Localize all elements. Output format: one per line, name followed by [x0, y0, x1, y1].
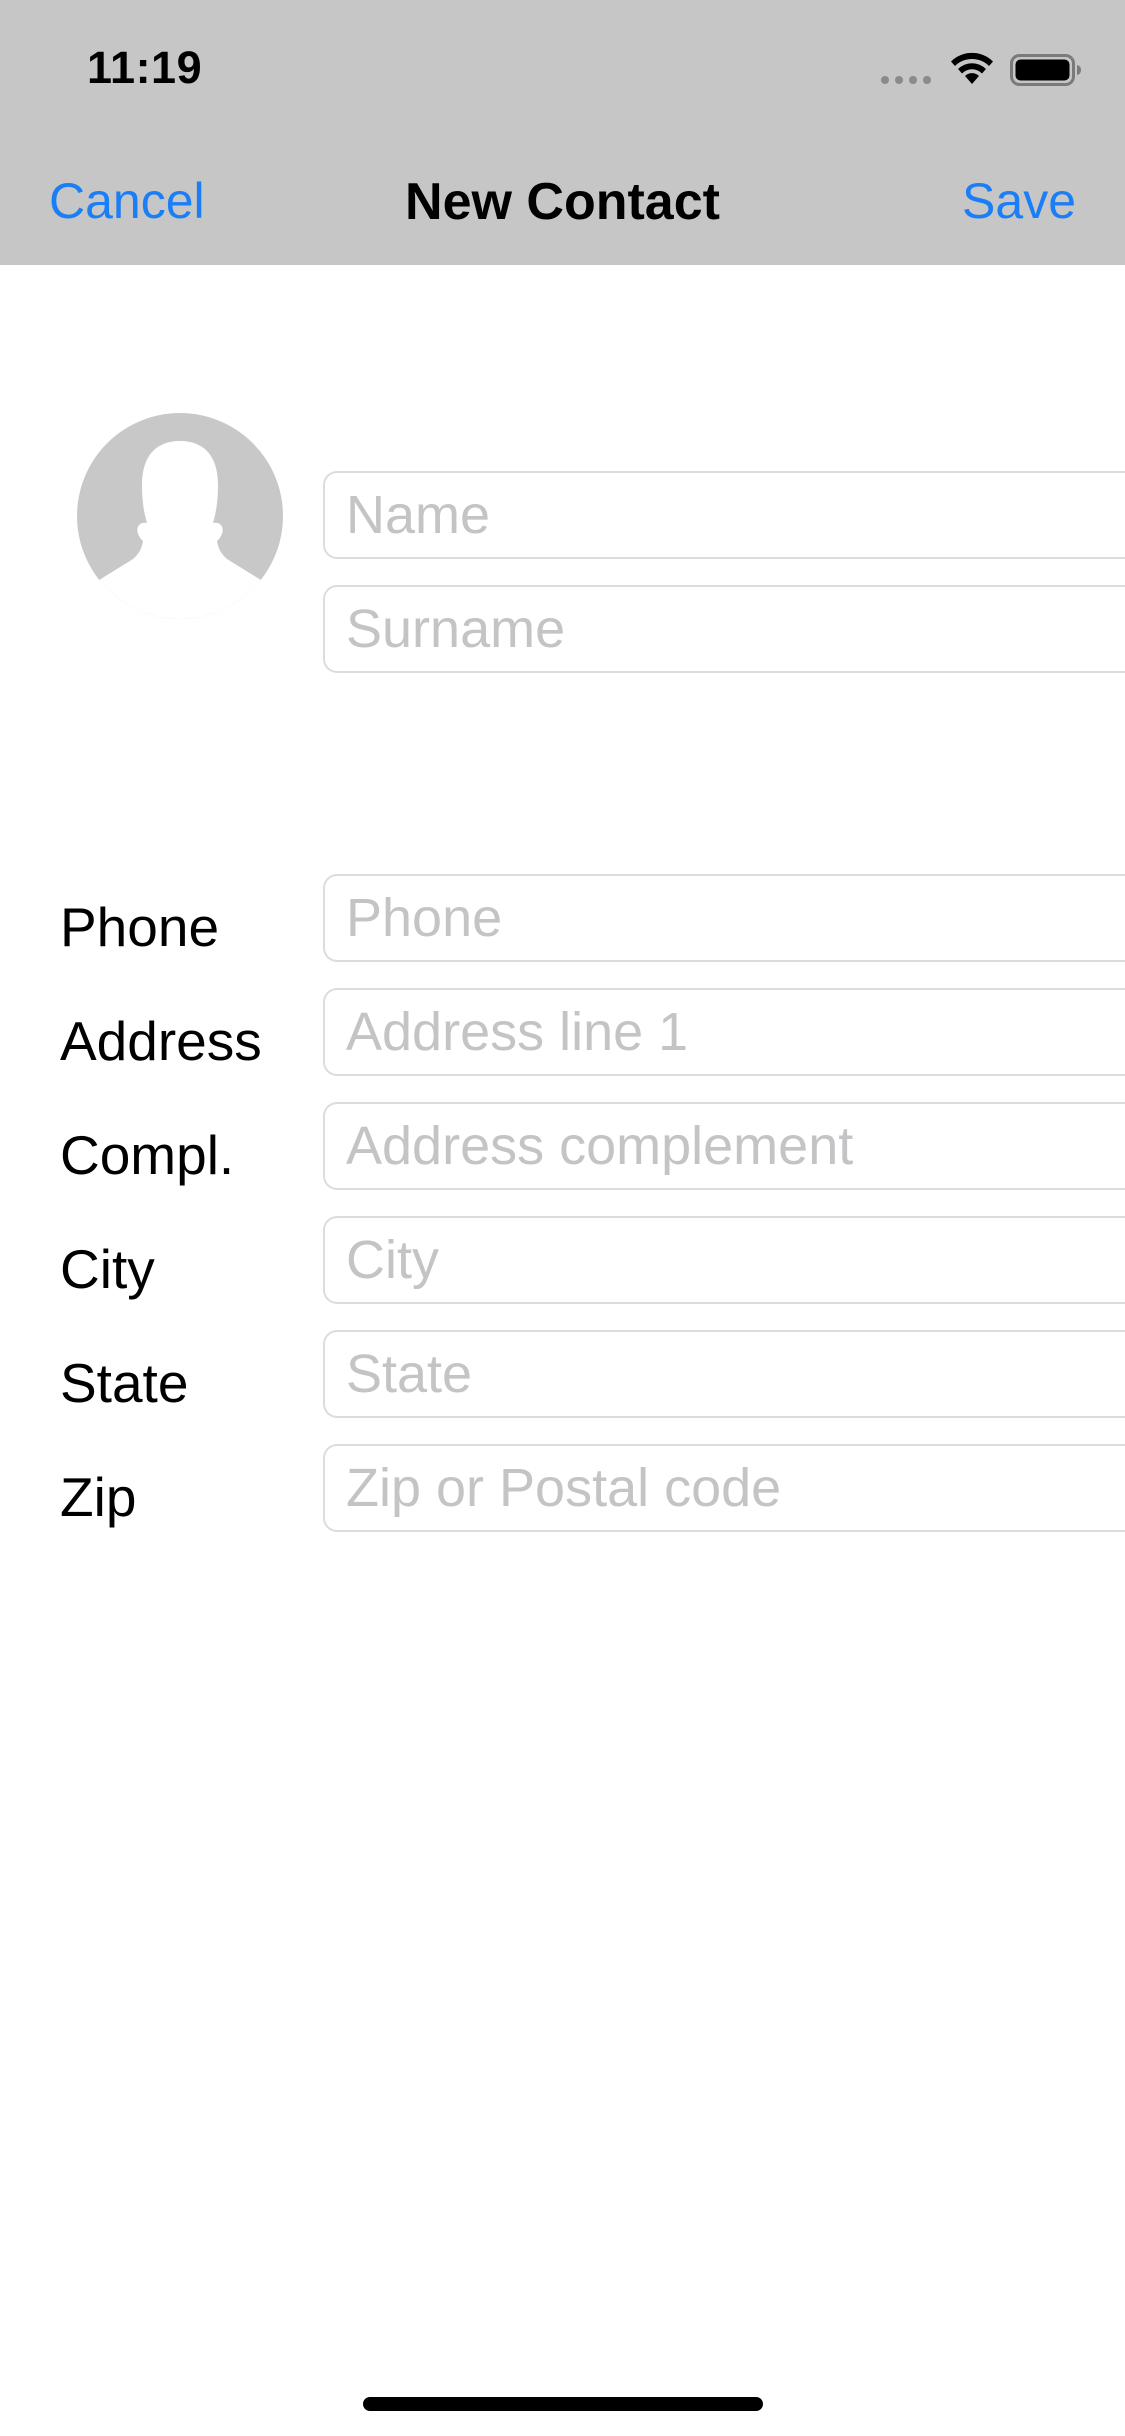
surname-input[interactable] — [323, 585, 1125, 673]
home-indicator[interactable] — [363, 2397, 763, 2411]
new-contact-screen: 11:19 Cancel New Contact Save Name Surna… — [0, 0, 1125, 2436]
phone-input[interactable] — [323, 874, 1125, 962]
city-label: City — [60, 1238, 155, 1300]
person-silhouette-icon[interactable] — [77, 413, 283, 619]
save-button[interactable]: Save — [962, 172, 1076, 230]
city-input[interactable] — [323, 1216, 1125, 1304]
zip-label: Zip — [60, 1466, 137, 1528]
address-label: Address — [60, 1010, 262, 1072]
cellular-signal-icon — [881, 76, 931, 84]
battery-icon — [1010, 54, 1081, 86]
phone-label: Phone — [60, 896, 220, 958]
state-label: State — [60, 1352, 189, 1414]
complement-label: Compl. — [60, 1124, 235, 1186]
status-time: 11:19 — [87, 42, 203, 93]
navigation-header: 11:19 Cancel New Contact Save — [0, 0, 1125, 265]
cancel-button[interactable]: Cancel — [49, 172, 205, 230]
state-input[interactable] — [323, 1330, 1125, 1418]
wifi-icon — [951, 52, 993, 84]
address-input[interactable] — [323, 988, 1125, 1076]
zip-input[interactable] — [323, 1444, 1125, 1532]
complement-input[interactable] — [323, 1102, 1125, 1190]
name-input[interactable] — [323, 471, 1125, 559]
